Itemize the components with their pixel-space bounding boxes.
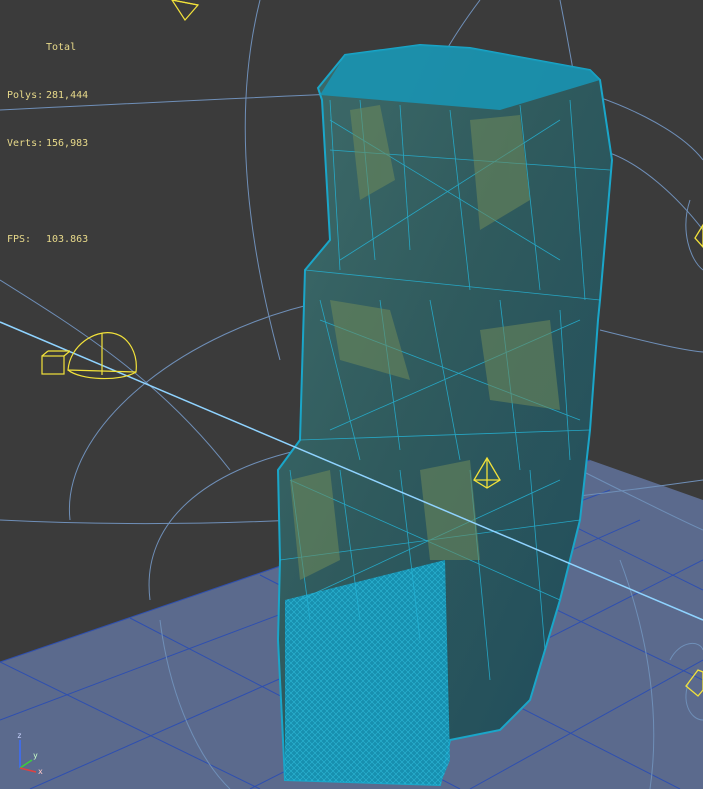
light-helper-left[interactable] [41,332,137,380]
verts-value: 156,983 [46,138,89,149]
3d-viewport[interactable]: Total Polys: 281,444 Verts: 156,983 FPS: 10… [0,0,703,789]
stats-header: Total [46,42,77,53]
y-axis-line [19,759,33,769]
scene-render[interactable] [0,0,703,789]
x-axis-label: x [38,767,43,776]
viewport-statistics: Total Polys: 281,444 Verts: 156,983 FPS: 10… [7,8,88,280]
z-axis-label: z [17,731,22,740]
verts-label: Verts: [7,138,44,149]
polys-label: Polys: [7,90,44,101]
x-axis-line [19,767,37,773]
y-axis-label: y [33,751,38,760]
stats-polys: Polys: 281,444 [7,88,88,104]
stats-spacer [7,184,88,200]
fps-label: FPS: [7,234,32,245]
stats-verts: Verts: 156,983 [7,136,88,152]
light-helper-top[interactable] [171,0,200,21]
polys-value: 281,444 [46,90,89,101]
axis-gizmo: z y x [17,731,43,776]
fps-value: 103.863 [46,234,89,245]
stats-fps: FPS: 103.863 [7,232,88,248]
